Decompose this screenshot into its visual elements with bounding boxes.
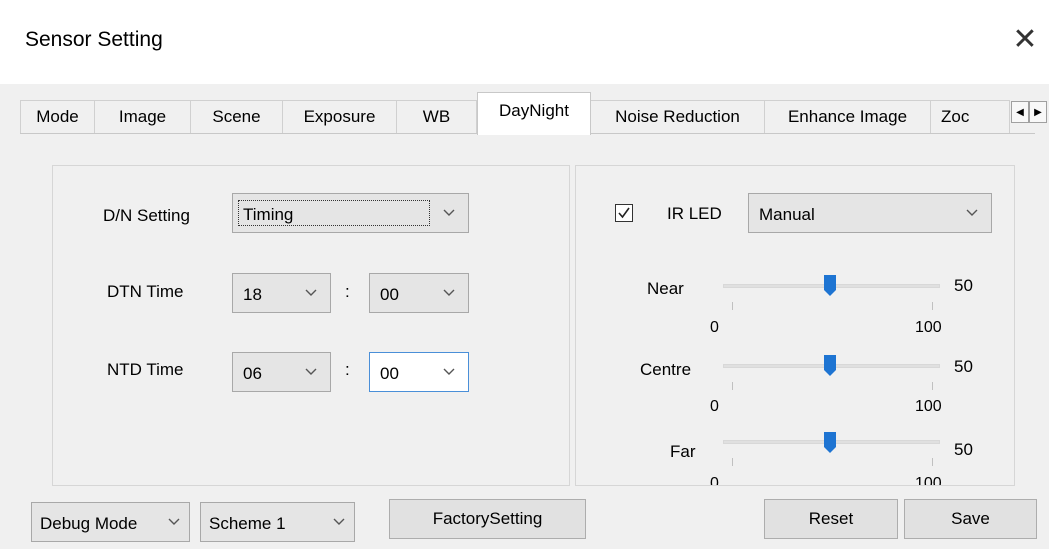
near-tick-max <box>932 302 933 310</box>
ntd-time-label: NTD Time <box>107 360 184 379</box>
ntd-minute-value: 00 <box>380 364 399 383</box>
chevron-down-icon <box>167 511 181 534</box>
chevron-down-icon <box>304 361 318 384</box>
chevron-down-icon <box>332 511 346 534</box>
tab-scene[interactable]: Scene <box>190 100 283 133</box>
factory-setting-button[interactable]: FactorySetting <box>389 499 586 539</box>
far-slider-thumb[interactable] <box>824 432 836 454</box>
chevron-down-icon <box>304 282 318 305</box>
dtn-time-colon: : <box>345 282 350 301</box>
tab-mode[interactable]: Mode <box>20 100 95 133</box>
dtn-time-label: DTN Time <box>107 282 184 301</box>
daynight-group: D/N Setting Timing DTN Time 18 : 00 NTD … <box>52 165 570 486</box>
sensor-setting-window: Sensor Setting ✕ Mode Image Scene Exposu… <box>0 0 1049 549</box>
centre-slider-thumb[interactable] <box>824 355 836 377</box>
dtn-minute-select[interactable]: 00 <box>369 273 469 313</box>
near-max: 100 <box>915 319 942 336</box>
near-tick-min <box>732 302 733 310</box>
centre-max: 100 <box>915 398 942 415</box>
check-icon <box>618 207 630 219</box>
far-label: Far <box>670 442 696 461</box>
centre-tick-min <box>732 382 733 390</box>
irled-label: IR LED <box>667 204 722 223</box>
close-icon[interactable]: ✕ <box>1005 20 1045 60</box>
far-max: 100 <box>915 475 942 486</box>
title-bar: Sensor Setting ✕ <box>0 0 1049 84</box>
near-min: 0 <box>710 319 719 336</box>
tab-scroll-right-icon[interactable]: ▶ <box>1029 101 1047 123</box>
near-slider-thumb[interactable] <box>824 275 836 297</box>
ntd-minute-select[interactable]: 00 <box>369 352 469 392</box>
chevron-down-icon <box>965 202 979 225</box>
irled-group: IR LED Manual Near 50 0 100 Centre 50 0 … <box>575 165 1015 486</box>
far-value: 50 <box>954 440 973 459</box>
debug-mode-select[interactable]: Debug Mode <box>31 502 190 542</box>
centre-tick-max <box>932 382 933 390</box>
ntd-hour-select[interactable]: 06 <box>232 352 331 392</box>
near-value: 50 <box>954 276 973 295</box>
scheme-select[interactable]: Scheme 1 <box>200 502 355 542</box>
ntd-hour-value: 06 <box>243 364 262 383</box>
tab-exposure[interactable]: Exposure <box>282 100 397 133</box>
tab-daynight[interactable]: DayNight <box>477 92 591 135</box>
tab-image[interactable]: Image <box>94 100 191 133</box>
centre-min: 0 <box>710 398 719 415</box>
window-title: Sensor Setting <box>25 28 163 51</box>
far-tick-min <box>732 458 733 466</box>
ntd-time-colon: : <box>345 360 350 379</box>
scheme-value: Scheme 1 <box>209 514 286 533</box>
dn-setting-label: D/N Setting <box>103 206 190 225</box>
centre-label: Centre <box>640 360 692 379</box>
chevron-down-icon <box>442 361 456 384</box>
debug-mode-value: Debug Mode <box>40 514 138 533</box>
reset-button[interactable]: Reset <box>764 499 898 539</box>
irled-checkbox[interactable] <box>615 204 633 222</box>
chevron-down-icon <box>442 202 456 225</box>
tab-enhance-image[interactable]: Enhance Image <box>764 100 931 133</box>
dn-setting-select[interactable]: Timing <box>232 193 469 233</box>
tab-scroll-left-icon[interactable]: ◀ <box>1011 101 1029 123</box>
near-label: Near <box>647 279 684 298</box>
dtn-minute-value: 00 <box>380 285 399 304</box>
irled-mode-select[interactable]: Manual <box>748 193 992 233</box>
save-button[interactable]: Save <box>904 499 1037 539</box>
irled-mode-value: Manual <box>759 205 815 224</box>
chevron-down-icon <box>442 282 456 305</box>
centre-value: 50 <box>954 357 973 376</box>
far-tick-max <box>932 458 933 466</box>
tab-zoom[interactable]: Zoc <box>930 100 1010 133</box>
dn-setting-value: Timing <box>243 205 294 224</box>
tab-noise-reduction[interactable]: Noise Reduction <box>590 100 765 133</box>
dtn-hour-value: 18 <box>243 285 262 304</box>
tab-wb[interactable]: WB <box>396 100 477 133</box>
dtn-hour-select[interactable]: 18 <box>232 273 331 313</box>
far-min: 0 <box>710 475 719 486</box>
